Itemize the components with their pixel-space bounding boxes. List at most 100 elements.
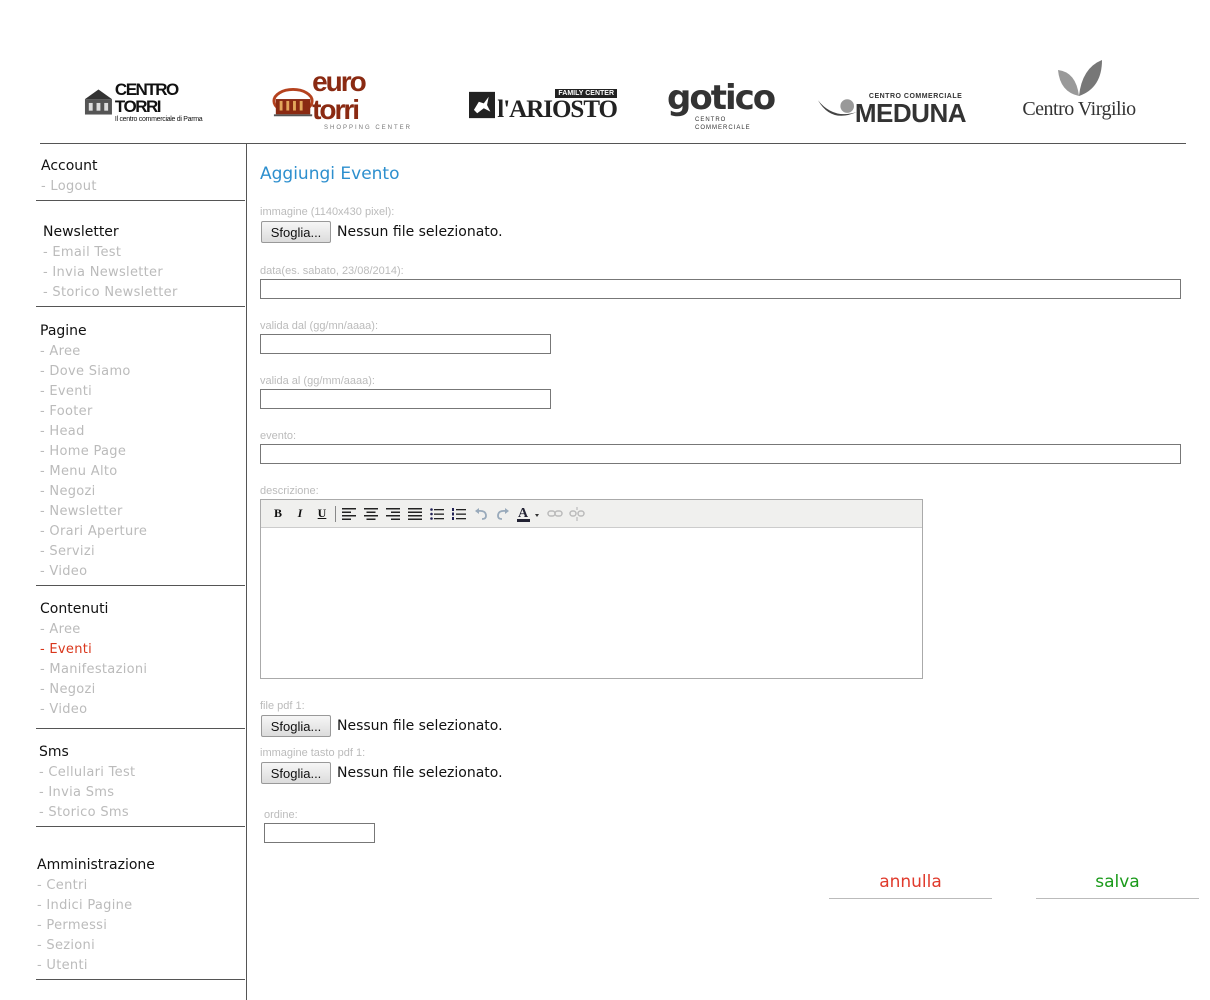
bullet-list-icon <box>430 507 444 520</box>
sidebar-divider <box>36 585 245 586</box>
align-left-button[interactable] <box>338 503 360 525</box>
pdf-label: file pdf 1: <box>260 700 305 712</box>
cancel-button[interactable]: annulla <box>829 872 992 899</box>
sidebar-divider <box>36 826 245 827</box>
sidebar-item-storico-sms[interactable]: - Storico Sms <box>39 805 129 820</box>
bold-button[interactable]: B <box>267 503 289 525</box>
align-left-icon <box>342 507 356 520</box>
date-input[interactable] <box>260 279 1181 299</box>
sidebar-divider <box>36 728 245 729</box>
sidebar-item-centri[interactable]: - Centri <box>37 878 88 893</box>
italic-button[interactable]: I <box>289 503 311 525</box>
underline-button[interactable]: U <box>311 503 333 525</box>
logo-ariosto: FAMILY CENTER l'ARIOSTO <box>469 88 618 122</box>
pdf-browse-button[interactable]: Sfoglia... <box>261 715 331 737</box>
align-justify-button[interactable] <box>404 503 426 525</box>
description-label: descrizione: <box>260 485 319 497</box>
sidebar-divider <box>36 306 245 307</box>
sidebar-item-pagine-head[interactable]: - Head <box>40 424 85 439</box>
pdf-button-image-label: immagine tasto pdf 1: <box>260 747 366 759</box>
sidebar-item-invia-newsletter[interactable]: - Invia Newsletter <box>43 265 163 280</box>
order-label: ordine: <box>264 809 298 821</box>
sidebar-item-contenuti-negozi[interactable]: - Negozi <box>40 682 96 697</box>
pdf-button-image-file-status: Nessun file selezionato. <box>337 765 503 781</box>
align-right-button[interactable] <box>382 503 404 525</box>
toolbar-separator <box>335 505 336 522</box>
sidebar-section-sms: Sms <box>39 744 69 760</box>
align-center-button[interactable] <box>360 503 382 525</box>
logo-euro-torri-tagline: SHOPPING CENTER <box>323 125 412 131</box>
font-color-icon: A <box>517 506 539 522</box>
valid-to-input[interactable] <box>260 389 551 409</box>
undo-button[interactable] <box>470 503 492 525</box>
align-right-icon <box>386 507 400 520</box>
sidebar-item-pagine-eventi[interactable]: - Eventi <box>40 384 92 399</box>
logo-meduna: CENTRO COMMERCIALE MEDUNA <box>816 88 967 128</box>
sidebar-item-indici-pagine[interactable]: - Indici Pagine <box>37 898 132 913</box>
ariosto-pegasus-icon <box>469 91 496 119</box>
pdf-button-image-browse-button[interactable]: Sfoglia... <box>261 762 331 784</box>
valid-to-label: valida al (gg/mm/aaaa): <box>260 375 375 387</box>
sidebar-item-contenuti-manifestazioni[interactable]: - Manifestazioni <box>40 662 147 677</box>
sidebar-item-utenti[interactable]: - Utenti <box>37 958 88 973</box>
sidebar-item-pagine-aree[interactable]: - Aree <box>40 344 81 359</box>
image-file-status: Nessun file selezionato. <box>337 224 503 240</box>
sidebar-item-contenuti-video[interactable]: - Video <box>40 702 87 717</box>
sidebar-item-permessi[interactable]: - Permessi <box>37 918 107 933</box>
save-button[interactable]: salva <box>1036 872 1199 899</box>
sidebar-item-logout[interactable]: - Logout <box>41 179 97 194</box>
sidebar-item-pagine-home-page[interactable]: - Home Page <box>40 444 126 459</box>
sidebar-section-amministrazione: Amministrazione <box>37 857 155 873</box>
sidebar-item-pagine-menu-alto[interactable]: - Menu Alto <box>40 464 118 479</box>
redo-button[interactable] <box>492 503 514 525</box>
redo-icon <box>497 507 509 520</box>
logo-euro-torri: euro torri SHOPPING CENTER <box>272 68 412 131</box>
sidebar-item-cellulari-test[interactable]: - Cellulari Test <box>39 765 135 780</box>
sidebar-section-account: Account <box>41 158 98 174</box>
logo-euro-torri-name: euro torri <box>312 66 367 125</box>
sidebar-item-pagine-servizi[interactable]: - Servizi <box>40 544 95 559</box>
sidebar-item-pagine-video[interactable]: - Video <box>40 564 87 579</box>
event-input[interactable] <box>260 444 1181 464</box>
editor-content-area[interactable] <box>261 528 922 679</box>
logo-centro-torri-tagline: Il centro commerciale di Parma <box>114 115 203 123</box>
sidebar-item-pagine-negozi[interactable]: - Negozi <box>40 484 96 499</box>
align-center-icon <box>364 507 378 520</box>
logo-bar: CENTRO TORRI Il centro commerciale di Pa… <box>0 50 1210 140</box>
align-justify-icon <box>408 507 422 520</box>
link-button[interactable] <box>544 503 566 525</box>
sidebar-section-contenuti: Contenuti <box>40 601 109 617</box>
sidebar-item-contenuti-aree[interactable]: - Aree <box>40 622 81 637</box>
sidebar-item-pagine-footer[interactable]: - Footer <box>40 404 93 419</box>
event-label: evento: <box>260 430 297 442</box>
sidebar-item-pagine-dove-siamo[interactable]: - Dove Siamo <box>40 364 131 379</box>
valid-from-input[interactable] <box>260 334 551 354</box>
image-browse-button[interactable]: Sfoglia... <box>261 221 331 243</box>
sidebar-item-contenuti-eventi[interactable]: - Eventi <box>40 642 92 657</box>
numbered-list-button[interactable] <box>448 503 470 525</box>
order-input[interactable] <box>264 823 375 843</box>
date-label: data(es. sabato, 23/08/2014): <box>260 265 404 277</box>
font-color-button[interactable]: A <box>514 503 544 525</box>
bullet-list-button[interactable] <box>426 503 448 525</box>
editor-toolbar: B I U A <box>261 500 922 528</box>
logo-centro-virgilio: Centro Virgilio <box>1018 58 1140 124</box>
undo-icon <box>475 507 487 520</box>
sidebar-item-pagine-newsletter[interactable]: - Newsletter <box>40 504 123 519</box>
link-icon <box>547 509 563 517</box>
logo-meduna-name: MEDUNA <box>854 97 967 128</box>
page-title: Aggiungi Evento <box>260 164 400 184</box>
unlink-button[interactable] <box>566 503 588 525</box>
sidebar-item-pagine-orari-aperture[interactable]: - Orari Aperture <box>40 524 147 539</box>
valid-from-label: valida dal (gg/mn/aaaa): <box>260 320 379 332</box>
unlink-icon <box>569 506 585 521</box>
sidebar-item-sezioni[interactable]: - Sezioni <box>37 938 95 953</box>
centro-torri-building-icon <box>84 89 112 115</box>
sidebar-item-invia-sms[interactable]: - Invia Sms <box>39 785 114 800</box>
logo-gotico-name: gotico <box>667 78 776 118</box>
logo-gotico: gotico CENTRO COMMERCIALE <box>667 78 777 131</box>
logo-centro-torri-name: CENTRO TORRI <box>114 79 179 116</box>
sidebar-item-storico-newsletter[interactable]: - Storico Newsletter <box>43 285 178 300</box>
logo-gotico-tagline: CENTRO COMMERCIALE <box>695 117 751 131</box>
sidebar-item-email-test[interactable]: - Email Test <box>43 245 121 260</box>
